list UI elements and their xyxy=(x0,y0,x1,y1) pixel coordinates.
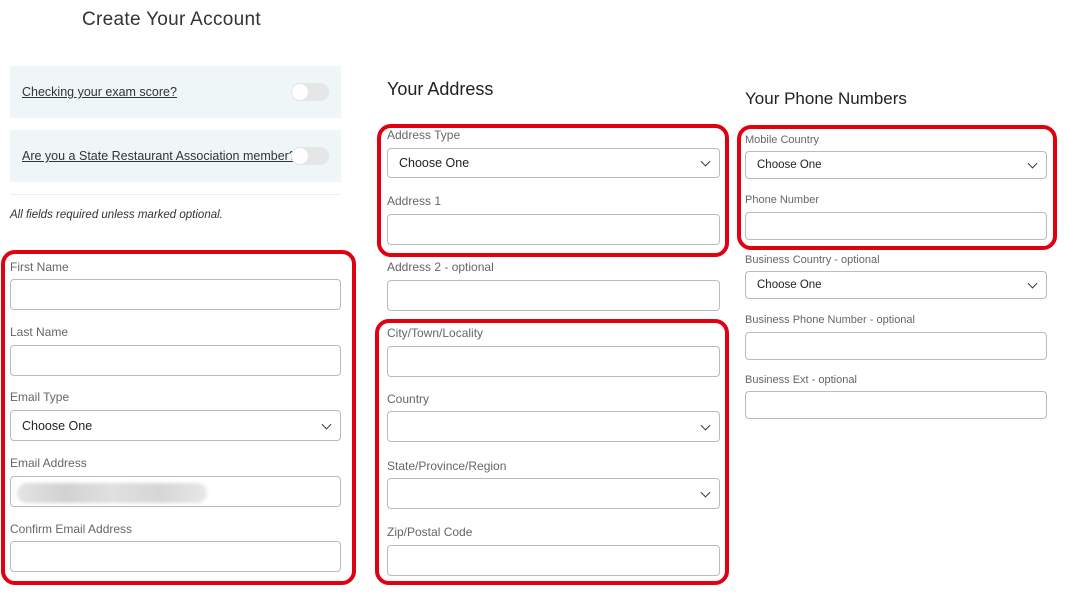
business-ext-label: Business Ext - optional xyxy=(745,374,857,386)
last-name-label: Last Name xyxy=(10,325,69,339)
redacted-email xyxy=(17,483,207,503)
chevron-down-icon xyxy=(700,156,711,167)
mobile-country-select[interactable]: Choose One xyxy=(745,151,1047,179)
address-type-select[interactable]: Choose One xyxy=(387,148,720,178)
address1-input[interactable] xyxy=(387,214,720,245)
first-name-input[interactable] xyxy=(10,279,341,310)
business-ext-input[interactable] xyxy=(745,391,1047,419)
phone-heading: Your Phone Numbers xyxy=(745,89,907,108)
country-select[interactable] xyxy=(387,411,720,442)
city-input[interactable] xyxy=(387,346,720,377)
address-type-label: Address Type xyxy=(387,128,461,142)
divider xyxy=(10,194,341,195)
state-select[interactable] xyxy=(387,478,720,509)
confirm-email-input[interactable] xyxy=(10,541,341,572)
address2-input[interactable] xyxy=(387,280,720,311)
confirm-email-label: Confirm Email Address xyxy=(10,522,133,536)
address1-label: Address 1 xyxy=(387,194,442,208)
association-member-link[interactable]: Are you a State Restaurant Association m… xyxy=(22,149,296,163)
last-name-input[interactable] xyxy=(10,345,341,376)
phone-number-label: Phone Number xyxy=(745,194,819,206)
business-phone-label: Business Phone Number - optional xyxy=(745,314,915,326)
chevron-down-icon xyxy=(700,420,711,431)
first-name-label: First Name xyxy=(10,260,69,274)
exam-score-panel: Checking your exam score? xyxy=(10,66,341,118)
zip-label: Zip/Postal Code xyxy=(387,525,473,539)
email-label: Email Address xyxy=(10,456,87,470)
business-phone-input[interactable] xyxy=(745,332,1047,360)
chevron-down-icon xyxy=(1027,278,1038,289)
email-input[interactable] xyxy=(10,476,341,507)
business-country-value: Choose One xyxy=(757,279,822,291)
email-type-select[interactable]: Choose One xyxy=(10,410,341,441)
chevron-down-icon xyxy=(321,419,332,430)
email-type-value: Choose One xyxy=(22,418,93,433)
exam-score-toggle[interactable] xyxy=(291,83,329,101)
required-note: All fields required unless marked option… xyxy=(10,209,223,221)
address-type-value: Choose One xyxy=(399,156,470,170)
email-type-label: Email Type xyxy=(10,390,70,404)
exam-score-link[interactable]: Checking your exam score? xyxy=(22,85,177,99)
business-country-label: Business Country - optional xyxy=(745,254,880,266)
association-member-panel: Are you a State Restaurant Association m… xyxy=(10,130,341,182)
country-label: Country xyxy=(387,392,430,406)
phone-number-input[interactable] xyxy=(745,212,1047,240)
page-title: Create Your Account xyxy=(82,9,261,30)
state-label: State/Province/Region xyxy=(387,459,507,473)
city-label: City/Town/Locality xyxy=(387,326,484,340)
mobile-country-value: Choose One xyxy=(757,159,822,171)
address-heading: Your Address xyxy=(387,79,494,99)
chevron-down-icon xyxy=(700,487,711,498)
association-member-toggle[interactable] xyxy=(291,147,329,165)
chevron-down-icon xyxy=(1027,158,1038,169)
zip-input[interactable] xyxy=(387,545,720,576)
mobile-country-label: Mobile Country xyxy=(745,134,819,146)
business-country-select[interactable]: Choose One xyxy=(745,271,1047,299)
address2-label: Address 2 - optional xyxy=(387,260,494,274)
